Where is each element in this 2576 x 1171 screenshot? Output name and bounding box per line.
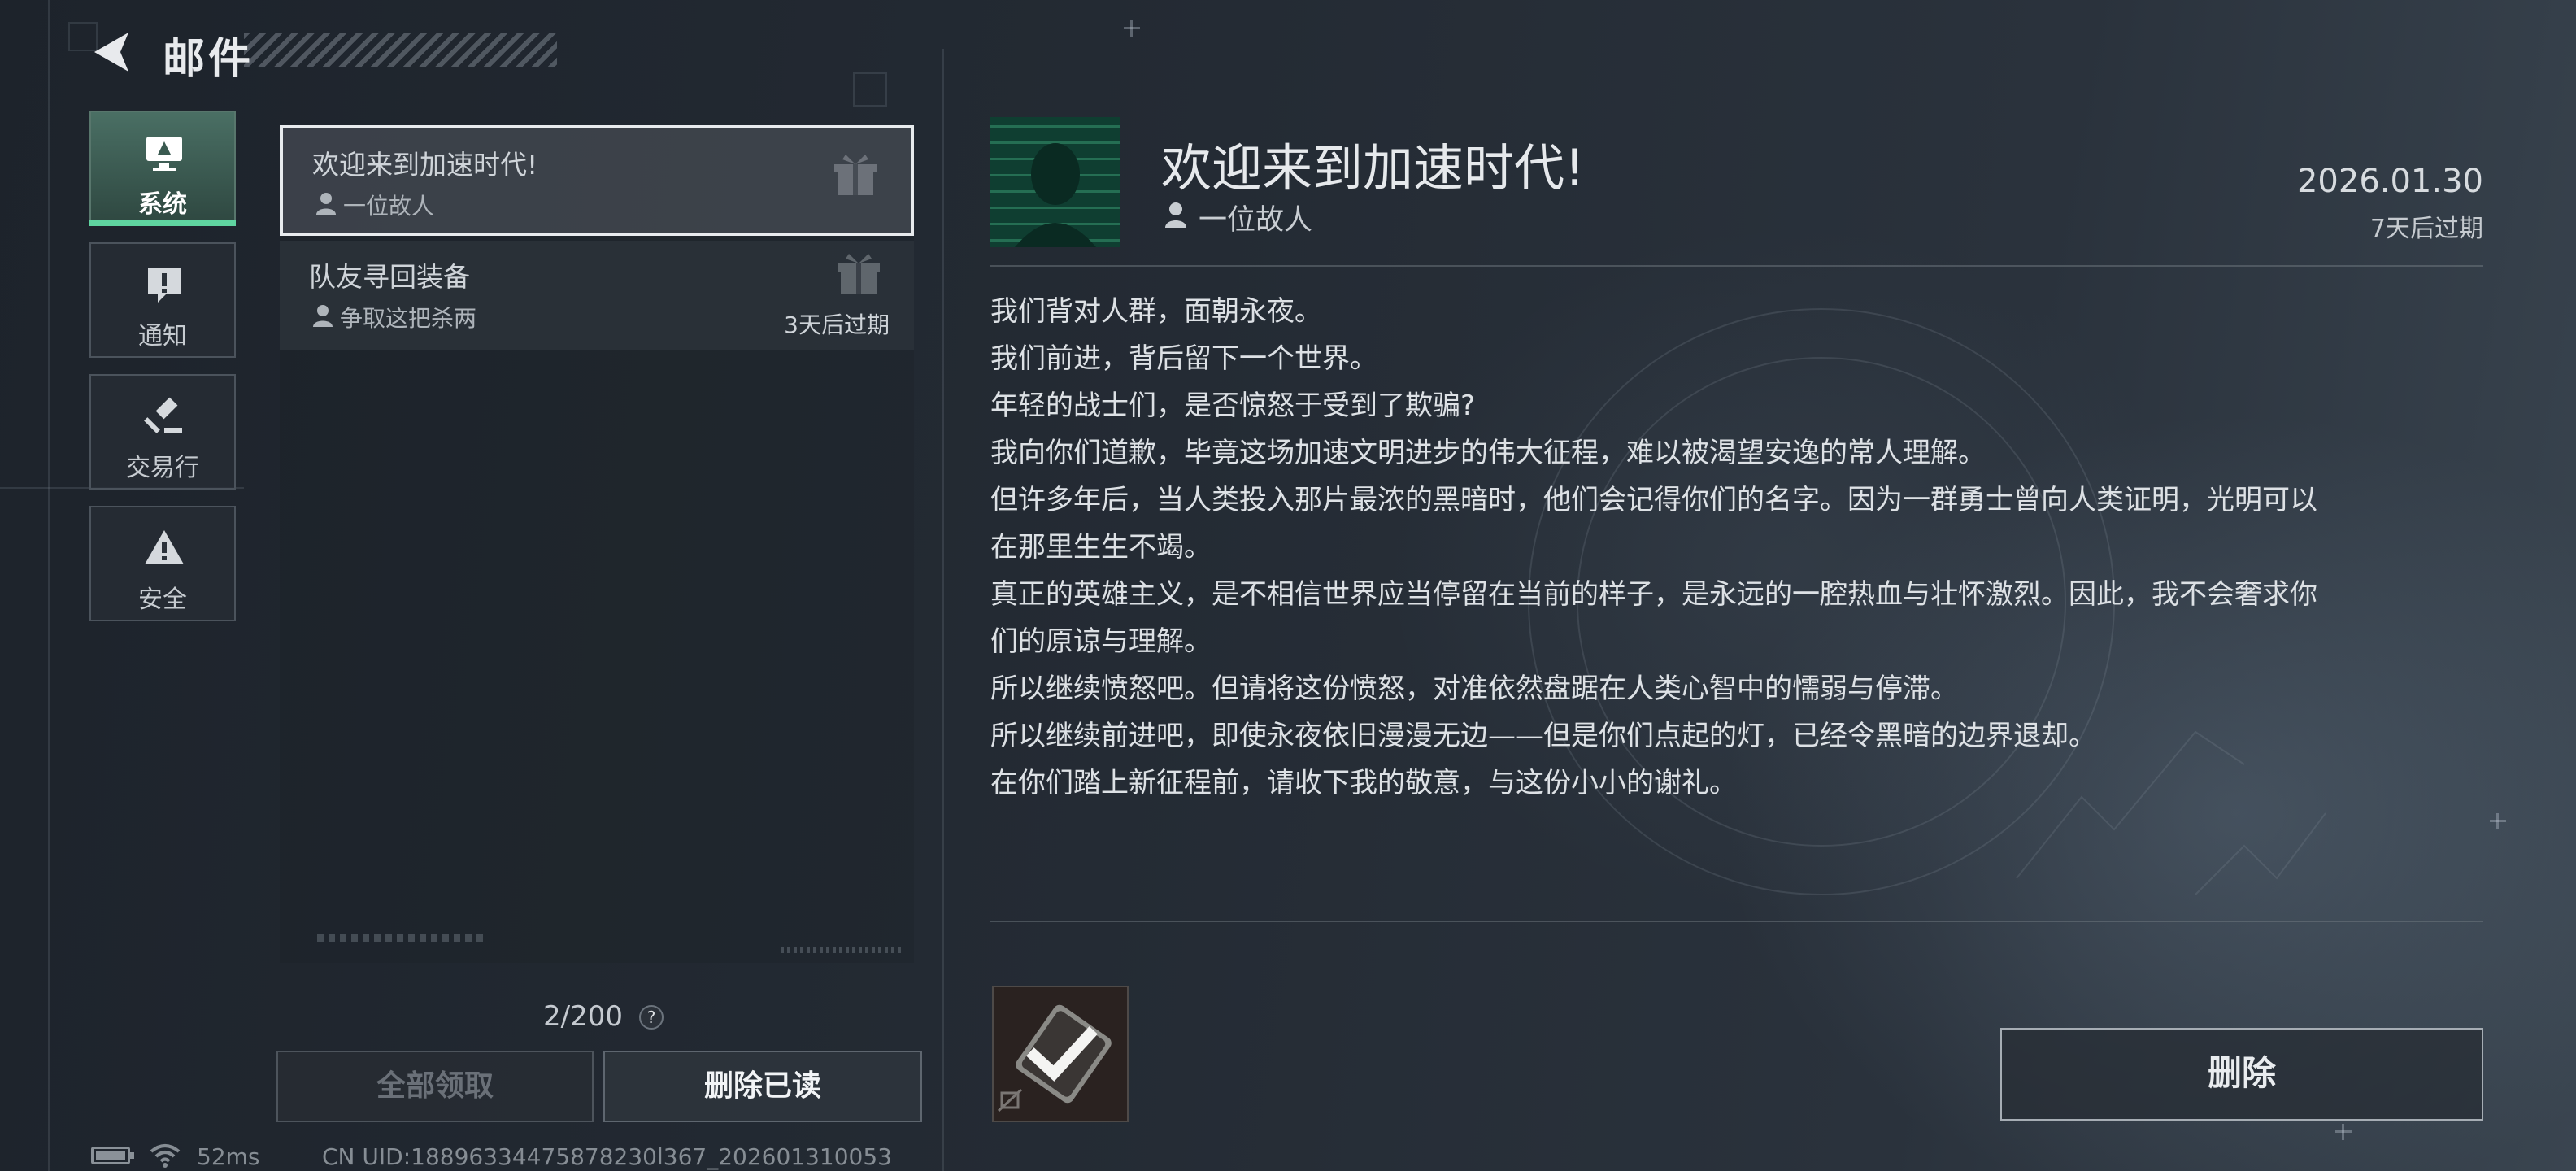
page-title: 邮件 [163,35,255,84]
gift-icon [838,254,880,294]
ping-readout: 52ms [197,1143,260,1170]
mail-body-line: 我们前进，背后留下一个世界。 [990,342,1377,375]
person-icon [313,305,333,327]
title-stripe-decoration [244,33,557,67]
divider [990,921,2483,922]
mail-sender: 一位故人 [343,193,435,220]
person-icon [316,193,336,215]
mail-list-item-selected[interactable]: 欢迎来到加速时代! 一位故人 [280,125,914,236]
tab-trade-label: 交易行 [126,454,199,482]
mail-detail-expire: 7天后过期 [2369,215,2483,243]
wifi-icon [150,1144,181,1168]
sender-avatar [990,117,1120,247]
mail-body-line: 在你们踏上新征程前，请收下我的敬意，与这份小小的谢礼。 [990,767,1737,799]
reward-item-slot[interactable] [992,986,1129,1122]
divider [990,265,2483,267]
help-icon[interactable]: ? [639,1005,664,1030]
monitor-icon [146,137,182,171]
tab-system[interactable]: 系统 [89,111,236,226]
tab-trade[interactable]: 交易行 [89,374,236,490]
person-icon [1165,202,1186,228]
mail-list-item[interactable]: 队友寻回装备 争取这把杀两 3天后过期 [280,241,914,350]
mail-body-line: 但许多年后，当人类投入那片最浓的黑暗时，他们会记得你们的名字。因为一群勇士曾向人… [990,484,2317,516]
mail-subject: 欢迎来到加速时代! [312,149,538,181]
tab-security-label: 安全 [138,586,187,614]
mail-body-line: 我们背对人群，面朝永夜。 [990,295,1322,328]
delete-read-button[interactable]: 删除已读 [603,1051,922,1122]
mail-count: 2/200 [543,1000,623,1033]
mail-detail-title: 欢迎来到加速时代! [1161,138,1585,198]
mail-body-line: 们的原谅与理解。 [990,625,1212,658]
mail-subject: 队友寻回装备 [309,261,470,293]
mail-body-line: 所以继续愤怒吧。但请将这份愤怒，对准依然盘踞在人类心智中的懦弱与停滞。 [990,673,1958,705]
warning-icon [145,530,184,564]
mail-body-line: 所以继续前进吧，即使永夜依旧漫漫无边——但是你们点起的灯，已经令黑暗的边界退却。 [990,720,2096,752]
tab-system-label: 系统 [138,190,187,219]
battery-level [96,1151,125,1160]
gift-icon [834,155,877,195]
mail-detail-date: 2026.01.30 [2296,163,2483,200]
mail-expire: 3天后过期 [784,311,890,338]
user-uid: CN UID:18896334475878230l367_20260131005… [322,1143,892,1170]
mail-detail-sender: 一位故人 [1199,204,1313,237]
list-decoration [317,934,488,942]
mail-body-line: 真正的英雄主义，是不相信世界应当停留在当前的样子，是永远的一腔热血与壮怀激烈。因… [990,578,2317,611]
mail-sender: 争取这把杀两 [340,305,477,332]
delete-button[interactable]: 删除 [2000,1028,2483,1121]
notice-icon [148,268,181,303]
mail-body-line: 我向你们道歉，毕竟这场加速文明进步的伟大征程，难以被渴望安逸的常人理解。 [990,437,1986,469]
list-decoration [781,947,903,953]
tab-security[interactable]: 安全 [89,506,236,621]
tab-notice[interactable]: 通知 [89,242,236,358]
gavel-icon [144,397,182,433]
mail-body-line: 在那里生生不竭。 [990,531,1212,564]
tab-notice-label: 通知 [138,322,187,350]
checkmark-badge-icon [997,1004,1112,1112]
claim-all-button[interactable]: 全部领取 [276,1051,594,1122]
back-arrow-icon[interactable] [88,28,137,76]
mail-body: 我们背对人群，面朝永夜。 我们前进，背后留下一个世界。 年轻的战士们，是否惊怒于… [990,288,2487,807]
mail-body-line: 年轻的战士们，是否惊怒于受到了欺骗? [990,390,1476,422]
